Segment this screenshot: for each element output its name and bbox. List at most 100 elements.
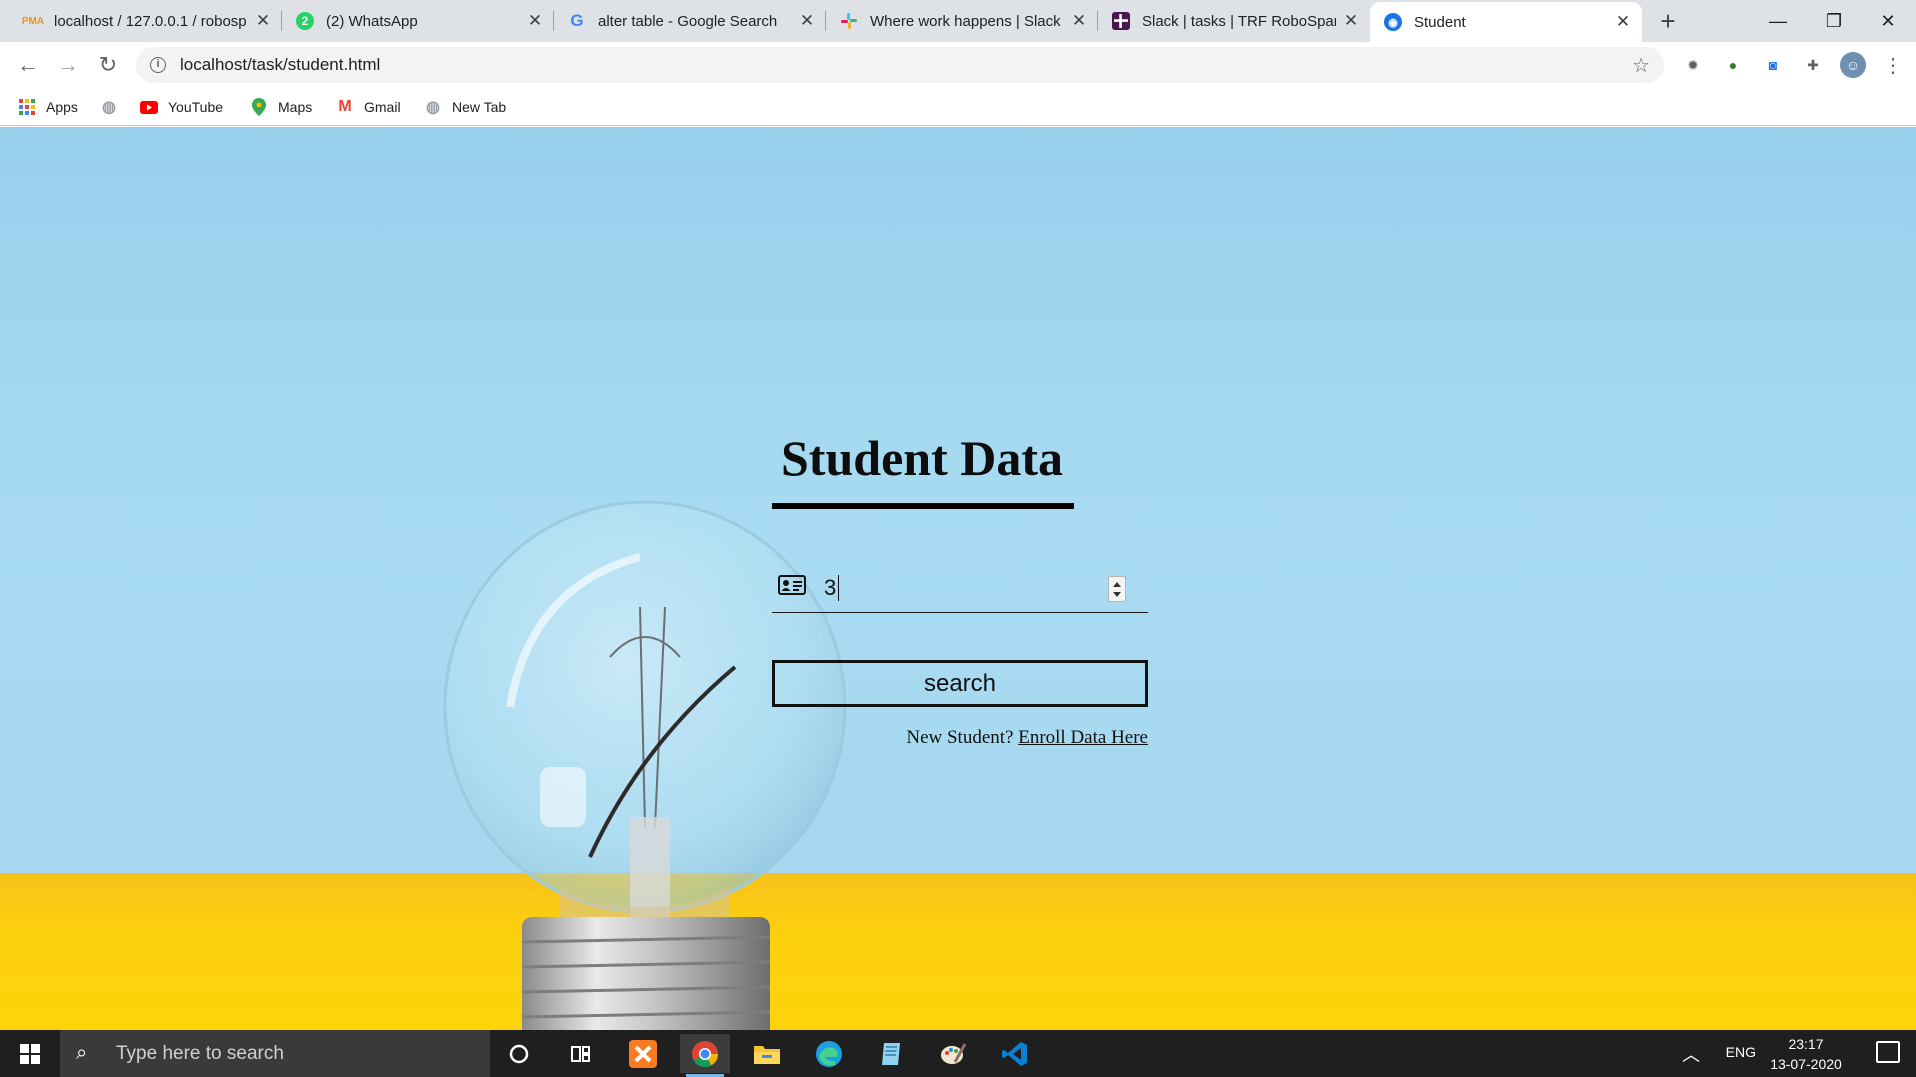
back-button[interactable]: ← — [12, 49, 44, 81]
tab-title: Slack | tasks | TRF RoboSpark — [1142, 12, 1336, 30]
enroll-prompt-text: New Student? — [906, 727, 1014, 748]
minimize-button[interactable]: — — [1750, 0, 1806, 42]
decrement-arrow-icon[interactable] — [1113, 592, 1121, 597]
reload-icon: ↻ — [98, 52, 118, 77]
bookmarks-bar: Apps ◍ YouTube Maps M Gmail ◍ New Tab — [0, 88, 1916, 126]
bookmark-star-icon[interactable]: ☆ — [1632, 53, 1650, 78]
close-icon[interactable]: ✕ — [1614, 12, 1632, 32]
bookmark-label: Apps — [46, 99, 78, 115]
bookmark-label: YouTube — [168, 99, 224, 115]
tab-slack-home[interactable]: Where work happens | Slack ✕ — [826, 0, 1098, 42]
tab-title: alter table - Google Search — [598, 12, 778, 30]
arrow-right-icon: → — [57, 52, 79, 77]
increment-arrow-icon[interactable] — [1113, 582, 1121, 587]
bookmark-apps[interactable]: Apps — [18, 96, 78, 118]
task-view-icon[interactable] — [556, 1034, 606, 1073]
chrome-icon[interactable] — [680, 1034, 730, 1077]
start-button[interactable] — [0, 1030, 60, 1077]
whatsapp-icon: 2 — [296, 12, 314, 30]
clock-time[interactable]: 23:17 — [1766, 1036, 1846, 1052]
profile-avatar[interactable]: ☺ — [1840, 52, 1866, 78]
edge-icon[interactable] — [804, 1034, 854, 1073]
windows-taskbar: ⌕ Type here to search ︿ ENG 23:17 13-07-… — [0, 1030, 1916, 1077]
info-icon[interactable]: i — [150, 57, 166, 73]
close-icon[interactable]: ✕ — [1070, 11, 1088, 31]
tab-student[interactable]: ◉ Student ✕ — [1370, 2, 1642, 42]
system-tray: ︿ ENG 23:17 13-07-2020 — [1656, 1030, 1916, 1077]
title-underline — [772, 503, 1074, 509]
restore-button[interactable]: ❐ — [1806, 0, 1862, 42]
close-icon[interactable]: ✕ — [254, 11, 272, 31]
student-id-input[interactable]: 3 — [824, 575, 1084, 601]
new-tab-button[interactable]: + — [1652, 5, 1684, 37]
chevron-up-icon[interactable]: ︿ — [1682, 1041, 1700, 1067]
notepad-icon[interactable] — [866, 1034, 916, 1073]
forward-button[interactable]: → — [52, 49, 84, 81]
globe-icon: ◍ — [426, 99, 440, 116]
gmail-icon: M — [338, 98, 352, 115]
xampp-icon[interactable] — [618, 1034, 668, 1073]
window-close-button[interactable]: ✕ — [1860, 0, 1916, 42]
browser-toolbar: ← → ↻ i localhost/task/student.html ☆ ✹ … — [0, 42, 1916, 88]
student-id-field[interactable]: 3 — [772, 563, 1148, 613]
youtube-icon — [140, 98, 158, 116]
menu-kebab-icon[interactable]: ⋮ — [1880, 52, 1906, 78]
text-cursor — [838, 575, 839, 601]
google-icon: G — [570, 11, 584, 30]
slack-icon — [1112, 12, 1130, 30]
globe-icon: ◍ — [102, 99, 116, 116]
tab-title: (2) WhatsApp — [326, 12, 418, 30]
apps-grid-icon — [18, 98, 36, 116]
bookmark-globe[interactable]: ◍ — [100, 96, 128, 118]
globe-icon: ◉ — [1384, 13, 1402, 31]
address-bar[interactable]: i localhost/task/student.html ☆ — [136, 47, 1664, 83]
enroll-prompt: New Student? Enroll Data Here — [906, 727, 1148, 749]
tab-phpmyadmin[interactable]: PMA localhost / 127.0.0.1 / robosp ✕ — [10, 0, 282, 42]
bug-extension-icon[interactable]: ✹ — [1680, 52, 1706, 78]
input-language[interactable]: ENG — [1726, 1044, 1756, 1060]
minimize-icon: — — [1769, 10, 1787, 31]
taskbar-search-box[interactable]: ⌕ Type here to search — [60, 1030, 490, 1077]
number-spinner[interactable] — [1108, 576, 1126, 602]
paint-icon[interactable] — [928, 1034, 978, 1073]
tab-google-search[interactable]: G alter table - Google Search ✕ — [554, 0, 826, 42]
plus-icon: + — [1660, 5, 1676, 36]
browser-tab-strip: PMA localhost / 127.0.0.1 / robosp ✕ 2 (… — [0, 0, 1916, 42]
url-text[interactable]: localhost/task/student.html — [180, 55, 1632, 75]
bookmark-label: Maps — [278, 99, 313, 115]
notification-center-icon[interactable] — [1876, 1041, 1900, 1063]
search-icon: ⌕ — [76, 1042, 88, 1064]
taskbar-search-placeholder: Type here to search — [116, 1042, 284, 1064]
file-explorer-icon[interactable] — [742, 1034, 792, 1073]
tab-whatsapp[interactable]: 2 (2) WhatsApp ✕ — [282, 0, 554, 42]
search-button[interactable]: search — [772, 660, 1148, 707]
arrow-left-icon: ← — [17, 52, 39, 77]
bookmark-label: New Tab — [452, 99, 507, 115]
tab-slack-tasks[interactable]: Slack | tasks | TRF RoboSpark ✕ — [1098, 0, 1370, 42]
reload-button[interactable]: ↻ — [92, 49, 124, 81]
camera-extension-icon[interactable]: ◙ — [1760, 52, 1786, 78]
bookmark-maps[interactable]: Maps — [250, 96, 312, 118]
bookmark-youtube[interactable]: YouTube — [140, 96, 223, 118]
bookmark-new-tab[interactable]: ◍ New Tab — [424, 96, 506, 118]
tab-title: localhost / 127.0.0.1 / robosp — [54, 12, 247, 30]
close-icon: ✕ — [1880, 10, 1896, 31]
background-floor — [0, 873, 1916, 1030]
close-icon[interactable]: ✕ — [798, 11, 816, 31]
bookmark-label: Gmail — [364, 99, 401, 115]
globe-extension-icon[interactable]: ● — [1720, 52, 1746, 78]
restore-icon: ❐ — [1825, 10, 1843, 31]
windows-logo-icon — [20, 1043, 40, 1064]
cortana-icon[interactable] — [494, 1034, 544, 1073]
page-viewport: Student Data 3 search New Student? Enrol… — [0, 127, 1916, 1030]
bookmark-gmail[interactable]: M Gmail — [336, 96, 401, 118]
tab-title: Student — [1414, 13, 1466, 31]
page-title: Student Data — [781, 430, 1063, 486]
enroll-link[interactable]: Enroll Data Here — [1018, 727, 1148, 748]
puzzle-extensions-icon[interactable]: ✚ — [1800, 52, 1826, 78]
id-card-icon — [778, 575, 806, 595]
clock-date[interactable]: 13-07-2020 — [1764, 1056, 1848, 1072]
vscode-icon[interactable] — [990, 1034, 1040, 1073]
close-icon[interactable]: ✕ — [526, 11, 544, 31]
close-icon[interactable]: ✕ — [1342, 11, 1360, 31]
